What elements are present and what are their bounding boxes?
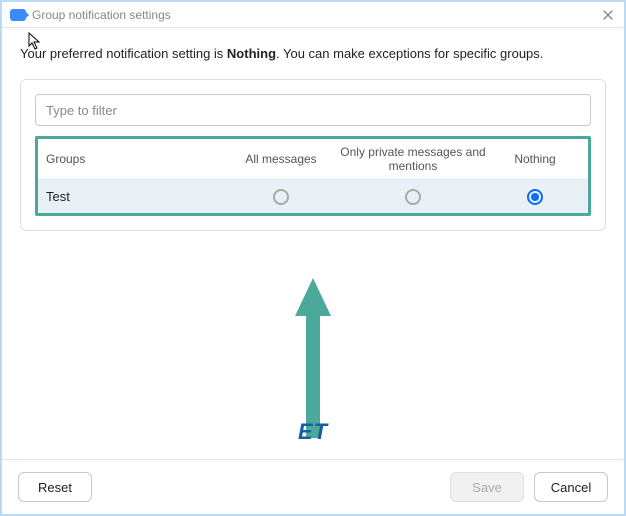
annotation-arrow-icon [293, 278, 333, 438]
row-group-name: Test [46, 189, 226, 204]
preference-summary: Your preferred notification setting is N… [20, 46, 606, 61]
cell-nothing [490, 188, 580, 205]
dialog-footer: Reset Save Cancel [2, 459, 624, 514]
window-title: Group notification settings [32, 8, 594, 22]
dialog-window: Group notification settings Your preferr… [0, 0, 626, 516]
cell-all [226, 188, 336, 205]
radio-all-messages[interactable] [273, 189, 289, 205]
radio-nothing[interactable] [527, 189, 543, 205]
save-button[interactable]: Save [450, 472, 524, 502]
col-header-nothing: Nothing [490, 152, 580, 166]
table-header: Groups All messages Only private message… [38, 139, 588, 179]
close-icon[interactable] [600, 7, 616, 23]
pref-prefix: Your preferred notification setting is [20, 46, 227, 61]
col-header-all: All messages [226, 152, 336, 166]
zoom-app-icon [10, 9, 26, 21]
reset-button[interactable]: Reset [18, 472, 92, 502]
dialog-content: Your preferred notification setting is N… [2, 28, 624, 459]
filter-input[interactable] [35, 94, 591, 126]
col-header-groups: Groups [46, 152, 226, 166]
col-header-private: Only private messages and mentions [336, 145, 490, 173]
radio-private-mentions[interactable] [405, 189, 421, 205]
groups-table: Groups All messages Only private message… [35, 136, 591, 216]
table-row: Test [38, 179, 588, 213]
pref-suffix: . You can make exceptions for specific g… [276, 46, 543, 61]
titlebar: Group notification settings [2, 2, 624, 28]
groups-panel: Groups All messages Only private message… [20, 79, 606, 231]
pref-current: Nothing [227, 46, 276, 61]
cancel-button[interactable]: Cancel [534, 472, 608, 502]
cell-private [336, 188, 490, 205]
watermark: ET [298, 419, 328, 445]
